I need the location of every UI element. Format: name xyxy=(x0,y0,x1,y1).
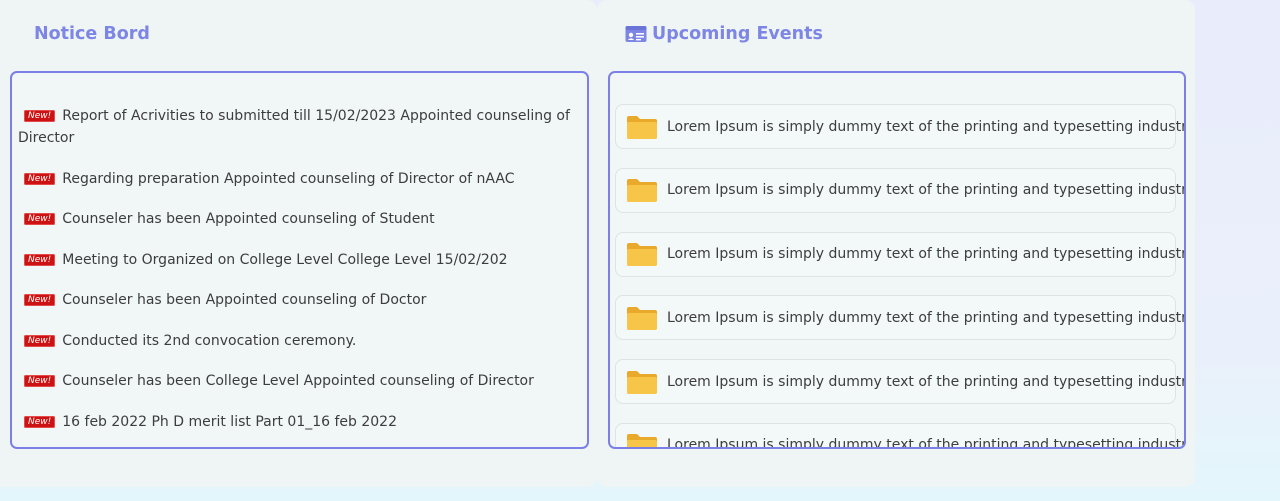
folder-icon xyxy=(626,432,658,447)
notice-item[interactable]: New! Conducted its 2nd convocation ceremo… xyxy=(18,330,579,352)
notice-text: Report of Acrivities to submitted till 1… xyxy=(18,108,570,146)
notice-text: Regarding preparation Appointed counseli… xyxy=(62,170,515,187)
notice-item[interactable]: New! 16 feb 2022 Ph D merit list Part 01_… xyxy=(18,411,579,433)
notice-text: Counseler has been Appointed counseling … xyxy=(62,292,427,308)
event-text: Lorem Ipsum is simply dummy text of the … xyxy=(667,373,1186,390)
id-card-icon xyxy=(625,26,647,42)
new-badge: New! xyxy=(24,334,56,347)
new-badge: New! xyxy=(24,213,56,225)
event-item[interactable]: Lorem Ipsum is simply dummy text of the … xyxy=(615,231,1184,277)
upcoming-events-panel: Upcoming Events Lorem Ipsum is simply du… xyxy=(597,0,1195,487)
new-badge: New! xyxy=(24,110,56,122)
notice-item[interactable]: New! Counseler has been Appointed counsel… xyxy=(18,208,579,230)
upcoming-events-title: Upcoming Events xyxy=(652,24,823,44)
folder-icon xyxy=(626,177,658,203)
notice-text: Conducted its 2nd convocation ceremony. xyxy=(62,332,357,349)
notice-board-panel: Notice Bord New! Report of Acrivities to … xyxy=(0,0,597,487)
upcoming-events-box[interactable]: Lorem Ipsum is simply dummy text of the … xyxy=(608,71,1186,449)
event-text: Lorem Ipsum is simply dummy text of the … xyxy=(667,437,1186,449)
notice-text: Counseler has been College Level Appoint… xyxy=(62,373,534,389)
event-text: Lorem Ipsum is simply dummy text of the … xyxy=(667,309,1186,326)
notice-text: Counseler has been Appointed counseling … xyxy=(62,211,435,227)
folder-icon xyxy=(626,241,658,267)
event-item[interactable]: Lorem Ipsum is simply dummy text of the … xyxy=(615,104,1184,149)
notice-item[interactable]: New! Report of Acrivities to submitted ti… xyxy=(18,105,579,149)
new-badge: New! xyxy=(24,415,56,428)
new-badge: New! xyxy=(24,253,56,266)
folder-icon xyxy=(626,114,658,140)
event-text: Lorem Ipsum is simply dummy text of the … xyxy=(667,182,1186,199)
notice-text: Meeting to Organized on College Level Co… xyxy=(62,251,508,268)
notice-board-title: Notice Bord xyxy=(34,24,150,44)
folder-icon xyxy=(626,305,658,331)
notice-item[interactable]: New! Regarding preparation Appointed coun… xyxy=(18,168,579,190)
event-item[interactable]: Lorem Ipsum is simply dummy text of the … xyxy=(615,167,1184,213)
notice-item[interactable]: New! Counseler has been Appointed counsel… xyxy=(18,289,579,311)
event-item[interactable]: Lorem Ipsum is simply dummy text of the … xyxy=(615,359,1184,405)
notice-item[interactable]: New! Counseler has been College Level App… xyxy=(18,370,579,392)
notice-text: 16 feb 2022 Ph D merit list Part 01_16 f… xyxy=(62,413,397,430)
folder-icon xyxy=(626,369,658,395)
notice-list: New! Report of Acrivities to submitted ti… xyxy=(12,73,587,433)
event-item[interactable]: Lorem Ipsum is simply dummy text of the … xyxy=(615,422,1184,447)
event-text: Lorem Ipsum is simply dummy text of the … xyxy=(667,118,1186,135)
new-badge: New! xyxy=(24,294,56,306)
new-badge: New! xyxy=(24,172,56,185)
notice-item[interactable]: New! Meeting to Organized on College Leve… xyxy=(18,249,579,271)
event-item[interactable]: Lorem Ipsum is simply dummy text of the … xyxy=(615,295,1184,341)
new-badge: New! xyxy=(24,375,56,387)
notice-board-box[interactable]: New! Report of Acrivities to submitted ti… xyxy=(10,71,589,449)
event-text: Lorem Ipsum is simply dummy text of the … xyxy=(667,246,1186,263)
upcoming-events-header: Upcoming Events xyxy=(625,24,823,44)
event-list: Lorem Ipsum is simply dummy text of the … xyxy=(610,73,1184,447)
